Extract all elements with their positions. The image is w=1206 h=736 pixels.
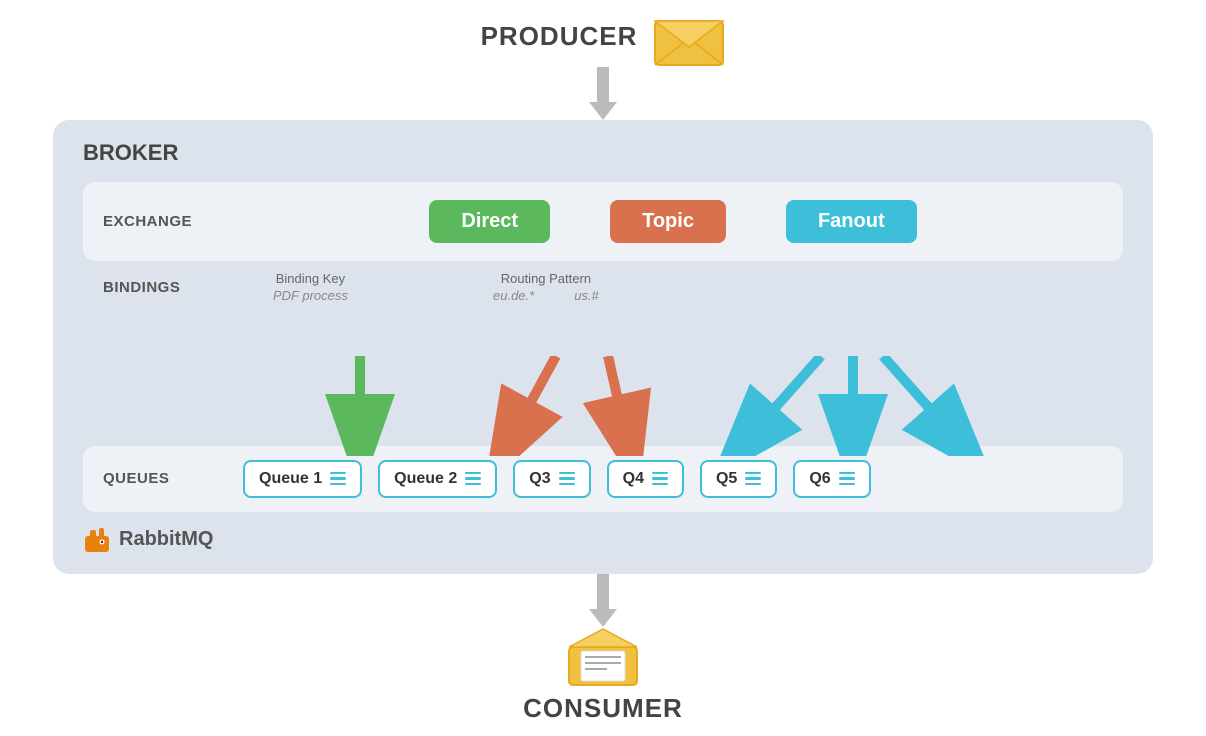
queue-lines-icon-2 (465, 472, 481, 486)
binding-pdf-value: PDF process (273, 288, 348, 303)
broker-label: BROKER (83, 140, 1123, 166)
queue-4[interactable]: Q4 (607, 460, 684, 498)
consumer-section: CONSUMER (523, 627, 683, 724)
topic-value2: us.# (574, 288, 599, 303)
queues-container: Queue 1 Queue 2 (213, 460, 1103, 498)
producer-section: PRODUCER (481, 13, 726, 67)
queue-3[interactable]: Q3 (513, 460, 590, 498)
routing-pattern-label: Routing Pattern (493, 271, 599, 286)
exchange-direct-button[interactable]: Direct (429, 200, 550, 243)
arrow-producer-to-broker (589, 67, 617, 120)
broker-box: BROKER EXCHANGE Direct Topic Fanout BIND… (53, 120, 1153, 574)
binding-key-label: Binding Key (273, 271, 348, 286)
topic-value1: eu.de.* (493, 288, 534, 303)
binding-topic-annotation: Routing Pattern eu.de.* us.# (493, 271, 599, 303)
queue-lines-icon-3 (559, 472, 575, 486)
bindings-queues-section: BINDINGS Binding Key PDF process Routing… (83, 261, 1123, 512)
bindings-area: BINDINGS Binding Key PDF process Routing… (83, 261, 1123, 356)
exchange-topic-button[interactable]: Topic (610, 200, 726, 243)
bindings-label: BINDINGS (103, 271, 213, 296)
diagram-container: PRODUCER BROKER EXCHANGE Direct Topic Fa… (53, 13, 1153, 724)
topic-routing-values: eu.de.* us.# (493, 288, 599, 303)
consumer-label: CONSUMER (523, 693, 683, 724)
queue-6[interactable]: Q6 (793, 460, 870, 498)
queue-5[interactable]: Q5 (700, 460, 777, 498)
queue-2[interactable]: Queue 2 (378, 460, 497, 498)
exchanges-container: Direct Topic Fanout (213, 200, 1103, 243)
arrows-svg (83, 356, 1123, 456)
queue-lines-icon-5 (745, 472, 761, 486)
producer-label: PRODUCER (481, 21, 638, 52)
queue-1[interactable]: Queue 1 (243, 460, 362, 498)
queues-label: QUEUES (103, 470, 213, 487)
producer-envelope-icon (653, 13, 725, 67)
exchange-row: EXCHANGE Direct Topic Fanout (83, 182, 1123, 261)
exchange-label: EXCHANGE (103, 213, 213, 230)
rabbitmq-label: RabbitMQ (119, 528, 213, 551)
binding-direct-annotation: Binding Key PDF process (273, 271, 348, 303)
rabbitmq-icon (83, 526, 111, 554)
queue-lines-icon (330, 472, 346, 486)
consumer-envelope-icon (567, 627, 639, 687)
exchange-fanout-button[interactable]: Fanout (786, 200, 917, 243)
queue-lines-icon-6 (839, 472, 855, 486)
rabbitmq-row: RabbitMQ (83, 526, 1123, 554)
queue-lines-icon-4 (652, 472, 668, 486)
arrow-broker-to-consumer (589, 574, 617, 627)
queues-row: QUEUES Queue 1 Queue 2 (83, 446, 1123, 512)
